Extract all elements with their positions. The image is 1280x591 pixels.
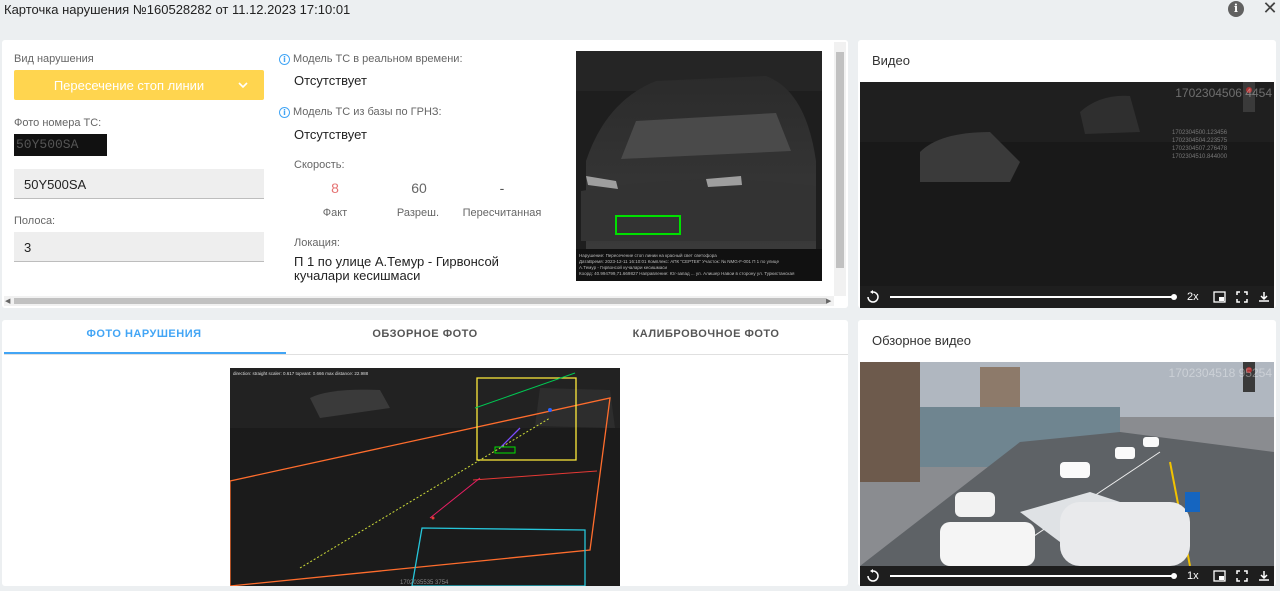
speed-recalc-label: Пересчитанная [462, 207, 542, 219]
violation-type-label: Вид нарушения [14, 53, 94, 65]
lane-field[interactable]: 3 [14, 232, 264, 262]
violation-details-card: Вид нарушения Пересечение стоп линии Фот… [2, 40, 848, 308]
download-icon[interactable] [1258, 570, 1270, 582]
svg-text:1702304510.844000: 1702304510.844000 [1172, 154, 1228, 160]
scroll-right-icon[interactable]: ▶ [826, 297, 831, 305]
overview-video-title: Обзорное видео [872, 333, 972, 348]
tab-overview-photo[interactable]: ОБЗОРНОЕ ФОТО [285, 328, 565, 340]
violation-type-value: Пересечение стоп линии [53, 78, 205, 93]
vehicle-photo[interactable]: Нарушение: Пересечение стоп линии на кра… [576, 51, 822, 281]
scrollbar-thumb[interactable] [14, 298, 826, 304]
location-label: Локация: [294, 237, 340, 249]
speed-allowed-value: 60 [411, 180, 427, 196]
overview-playback-speed[interactable]: 1x [1187, 570, 1199, 582]
model-realtime-label: Модель ТС в реальном времени: [293, 53, 463, 65]
overview-video-controls: 1x [860, 566, 1274, 586]
svg-text:direction: straight scaler:: direction: straight scaler: 0.617 topvan… [233, 371, 369, 376]
tab-violation-photo[interactable]: ФОТО НАРУШЕНИЯ [4, 328, 284, 340]
video-timestamp: 1702304506 4454 [1175, 86, 1272, 100]
horizontal-scrollbar[interactable]: ◀ ▶ [4, 296, 834, 306]
model-db-value: Отсутствует [294, 127, 367, 142]
overview-video-progress-bar[interactable] [890, 575, 1173, 577]
overview-video-progress-handle[interactable] [1171, 573, 1177, 579]
video-controls: 2x [860, 286, 1274, 308]
svg-text:1702304500.123456: 1702304500.123456 [1172, 130, 1228, 136]
scrollbar-thumb[interactable] [836, 52, 844, 268]
replay-icon[interactable] [866, 569, 880, 583]
speed-fact-value: 8 [331, 180, 339, 196]
svg-text:1702304507.276478: 1702304507.276478 [1172, 146, 1228, 152]
tab-divider [4, 354, 848, 355]
svg-text:1702035535 3754: 1702035535 3754 [400, 580, 449, 586]
window-titlebar: Карточка нарушения №160528282 от 11.12.2… [0, 0, 1280, 20]
picture-in-picture-icon[interactable] [1213, 570, 1226, 582]
download-icon[interactable] [1258, 291, 1270, 303]
vertical-scrollbar[interactable] [834, 42, 846, 296]
model-realtime-value: Отсутствует [294, 73, 367, 88]
svg-text:ДатаВремя: 2023-12-11 16:10:01: ДатаВремя: 2023-12-11 16:10:01 Комплекс:… [579, 259, 779, 264]
fullscreen-icon[interactable] [1236, 570, 1248, 582]
fullscreen-icon[interactable] [1236, 291, 1248, 303]
picture-in-picture-icon[interactable] [1213, 291, 1226, 303]
svg-text:Коорд: 40.994799,71.669827 На: Коорд: 40.994799,71.669827 Направление: … [579, 271, 795, 276]
plate-photo-label: Фото номера ТС: [14, 117, 102, 129]
video-card: Видео 1702304500.123456 1702304504.22357… [858, 40, 1276, 308]
close-icon[interactable]: ✕ [1262, 0, 1278, 17]
location-value: П 1 по улице А.Темур - Гирвонсой кучалар… [294, 254, 499, 283]
tab-calibration-photo[interactable]: КАЛИБРОВОЧНОЕ ФОТО [566, 328, 846, 340]
plate-photo: 50Y500SA [14, 134, 107, 156]
photos-card: ФОТО НАРУШЕНИЯ ОБЗОРНОЕ ФОТО КАЛИБРОВОЧН… [2, 320, 848, 586]
svg-text:А.Темур - Гирвонсой кучалари к: А.Темур - Гирвонсой кучалари кесишмаси [579, 264, 667, 270]
scroll-left-icon[interactable]: ◀ [5, 297, 10, 305]
window-title: Карточка нарушения №160528282 от 11.12.2… [4, 2, 351, 17]
violation-type-select[interactable]: Пересечение стоп линии [14, 70, 264, 100]
model-db-label: Модель ТС из базы по ГРНЗ: [293, 106, 442, 118]
overview-video-card: Обзорное видео 1702304518 95254 1x [858, 320, 1276, 586]
speed-label: Скорость: [294, 159, 345, 171]
speed-recalc-value: - [499, 180, 505, 196]
svg-text:1702304504.223575: 1702304504.223575 [1172, 138, 1228, 144]
plate-number-field[interactable]: 50Y500SA [14, 169, 264, 199]
info-icon: i [279, 54, 290, 65]
lane-label: Полоса: [14, 215, 56, 227]
overview-video-timestamp: 1702304518 95254 [1168, 366, 1272, 380]
playback-speed[interactable]: 2x [1187, 291, 1199, 303]
info-icon[interactable]: i [1228, 1, 1244, 17]
svg-text:Нарушение: Пересечение стоп ли: Нарушение: Пересечение стоп линии на кра… [579, 252, 717, 258]
video-title: Видео [872, 53, 910, 68]
video-progress-handle[interactable] [1171, 294, 1177, 300]
violation-photo[interactable]: direction: straight scaler: 0.617 topvan… [230, 368, 620, 586]
lane-value: 3 [24, 240, 32, 255]
replay-icon[interactable] [866, 290, 880, 304]
video-progress-bar[interactable] [890, 296, 1173, 298]
overview-video-player[interactable] [860, 362, 1274, 566]
video-player[interactable]: 1702304500.123456 1702304504.223575 1702… [860, 82, 1274, 286]
plate-photo-text: 50Y500SA [16, 137, 79, 152]
plate-number-value: 50Y500SA [24, 177, 87, 192]
info-icon: i [279, 107, 290, 118]
chevron-down-icon [238, 82, 248, 89]
